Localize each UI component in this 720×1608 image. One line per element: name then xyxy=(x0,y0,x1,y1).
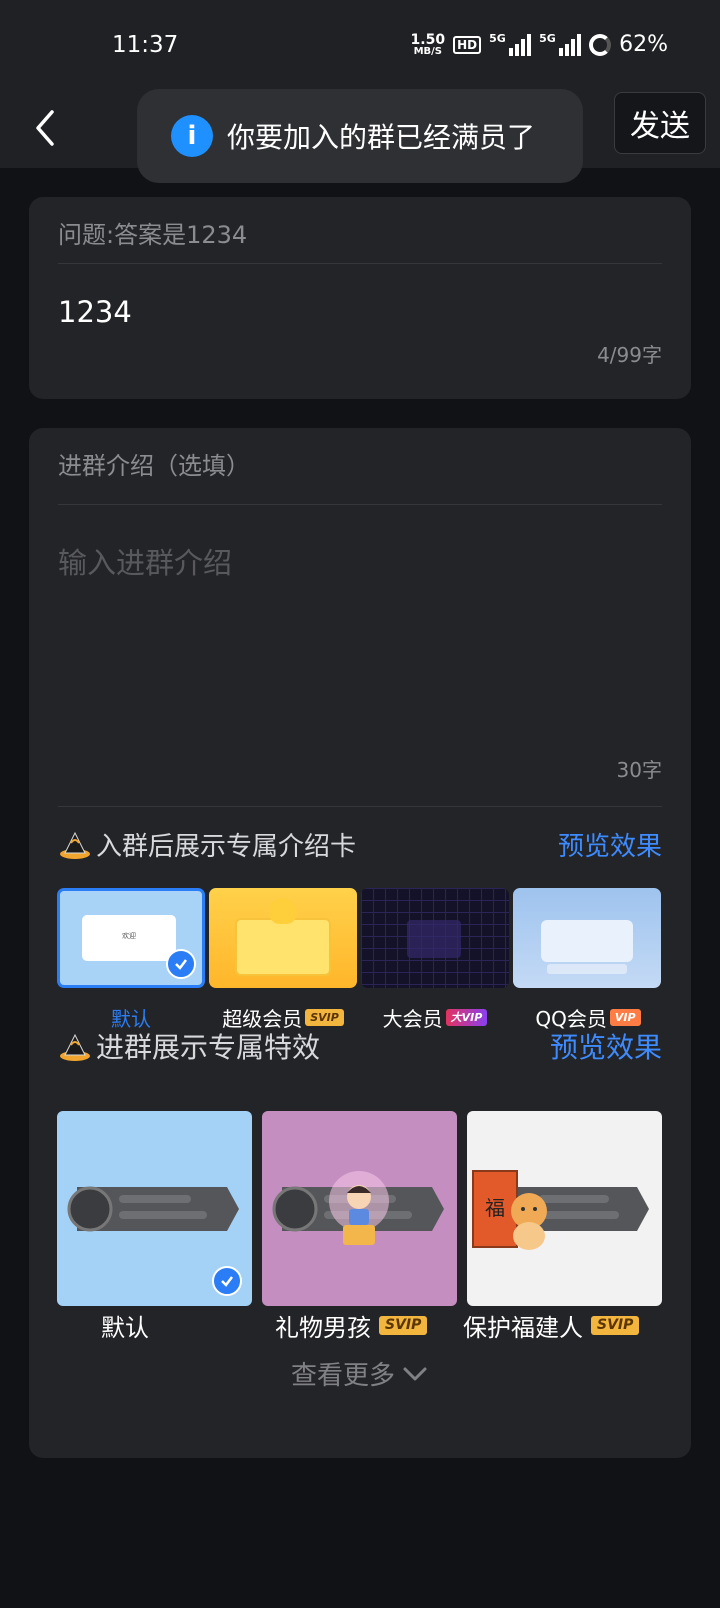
chevron-down-icon xyxy=(403,1367,427,1380)
effect-tile-gift-boy[interactable] xyxy=(262,1111,457,1306)
status-time: 11:37 xyxy=(112,32,179,58)
card-base xyxy=(547,964,627,974)
effect-label-default: 默认 xyxy=(101,1314,149,1342)
mascot-icon xyxy=(269,898,297,924)
svg-text:福: 福 xyxy=(485,1196,505,1220)
effect-label-fujian: 保护福建人 SVIP xyxy=(463,1308,640,1343)
intro-card-title: 入群后展示专属介绍卡 xyxy=(96,831,357,862)
effect-tile-default[interactable] xyxy=(57,1111,252,1306)
effect-tile-fujian[interactable]: 福 xyxy=(467,1111,662,1306)
back-icon[interactable] xyxy=(28,108,68,148)
svip-badge: SVIP xyxy=(379,1316,428,1335)
intro-card-section: 进群介绍（选填） 输入进群介绍 30字 入群后展示专属介绍卡 预览效果 欢迎 默… xyxy=(29,428,691,1458)
intro-card-thumb-dvip[interactable] xyxy=(361,888,509,988)
effects-title: 进群展示专属特效 xyxy=(96,1031,321,1064)
toast-text: 你要加入的群已经满员了 xyxy=(227,121,536,154)
check-icon xyxy=(166,949,196,979)
entry-bar xyxy=(272,1171,444,1245)
intro-card-thumb-vip[interactable] xyxy=(513,888,661,988)
intro-label: 进群介绍（选填） xyxy=(58,452,250,480)
intro-count: 30字 xyxy=(616,758,662,782)
battery-icon xyxy=(589,33,612,56)
card-preview xyxy=(407,920,461,958)
info-icon: i xyxy=(171,115,213,157)
crown-icon xyxy=(58,827,92,861)
vip-badge: VIP xyxy=(609,1009,641,1026)
intro-card-list[interactable]: 欢迎 xyxy=(57,888,663,998)
signal-icon-2: 5G xyxy=(539,32,582,56)
intro-card-thumb-svip[interactable] xyxy=(209,888,357,988)
effects-list[interactable]: 福 xyxy=(57,1111,663,1311)
intro-card-header: 入群后展示专属介绍卡 预览效果 xyxy=(58,824,662,864)
toast: i 你要加入的群已经满员了 xyxy=(137,89,583,183)
divider xyxy=(58,263,662,264)
effects-preview-link[interactable]: 预览效果 xyxy=(550,1026,662,1066)
intro-card-preview-link[interactable]: 预览效果 xyxy=(558,826,662,863)
card-preview xyxy=(541,920,633,962)
answer-count: 4/99字 xyxy=(597,343,662,367)
svip-badge: SVIP xyxy=(591,1316,640,1335)
divider xyxy=(58,806,662,807)
network-speed: 1.50 MB/S xyxy=(410,31,446,57)
question-card: 问题:答案是1234 1234 4/99字 xyxy=(29,197,691,399)
intro-card-thumb-default[interactable]: 欢迎 xyxy=(57,888,205,988)
svip-badge: SVIP xyxy=(305,1009,344,1026)
card-preview: 欢迎 xyxy=(82,915,176,961)
hd-icon: HD xyxy=(453,35,482,54)
signal-icon: 5G xyxy=(489,32,532,56)
battery-level: 62% xyxy=(619,32,668,57)
view-more-button[interactable]: 查看更多 xyxy=(29,1355,691,1392)
check-icon xyxy=(212,1266,242,1296)
crown-icon xyxy=(58,1029,92,1063)
card-preview xyxy=(235,918,331,976)
answer-input[interactable]: 1234 xyxy=(58,295,132,329)
send-button[interactable]: 发送 xyxy=(614,92,706,154)
status-bar: 11:37 1.50 MB/S HD 5G 5G 62% xyxy=(0,0,720,90)
divider xyxy=(58,504,662,505)
intro-input[interactable]: 输入进群介绍 xyxy=(58,540,232,582)
effects-header: 进群展示专属特效 预览效果 xyxy=(58,1026,662,1066)
entry-bar: 福 xyxy=(472,1170,649,1250)
effect-label-gift-boy: 礼物男孩 SVIP xyxy=(275,1308,428,1343)
question-label: 问题:答案是1234 xyxy=(58,221,248,249)
dvip-badge: 大VIP xyxy=(445,1009,488,1026)
